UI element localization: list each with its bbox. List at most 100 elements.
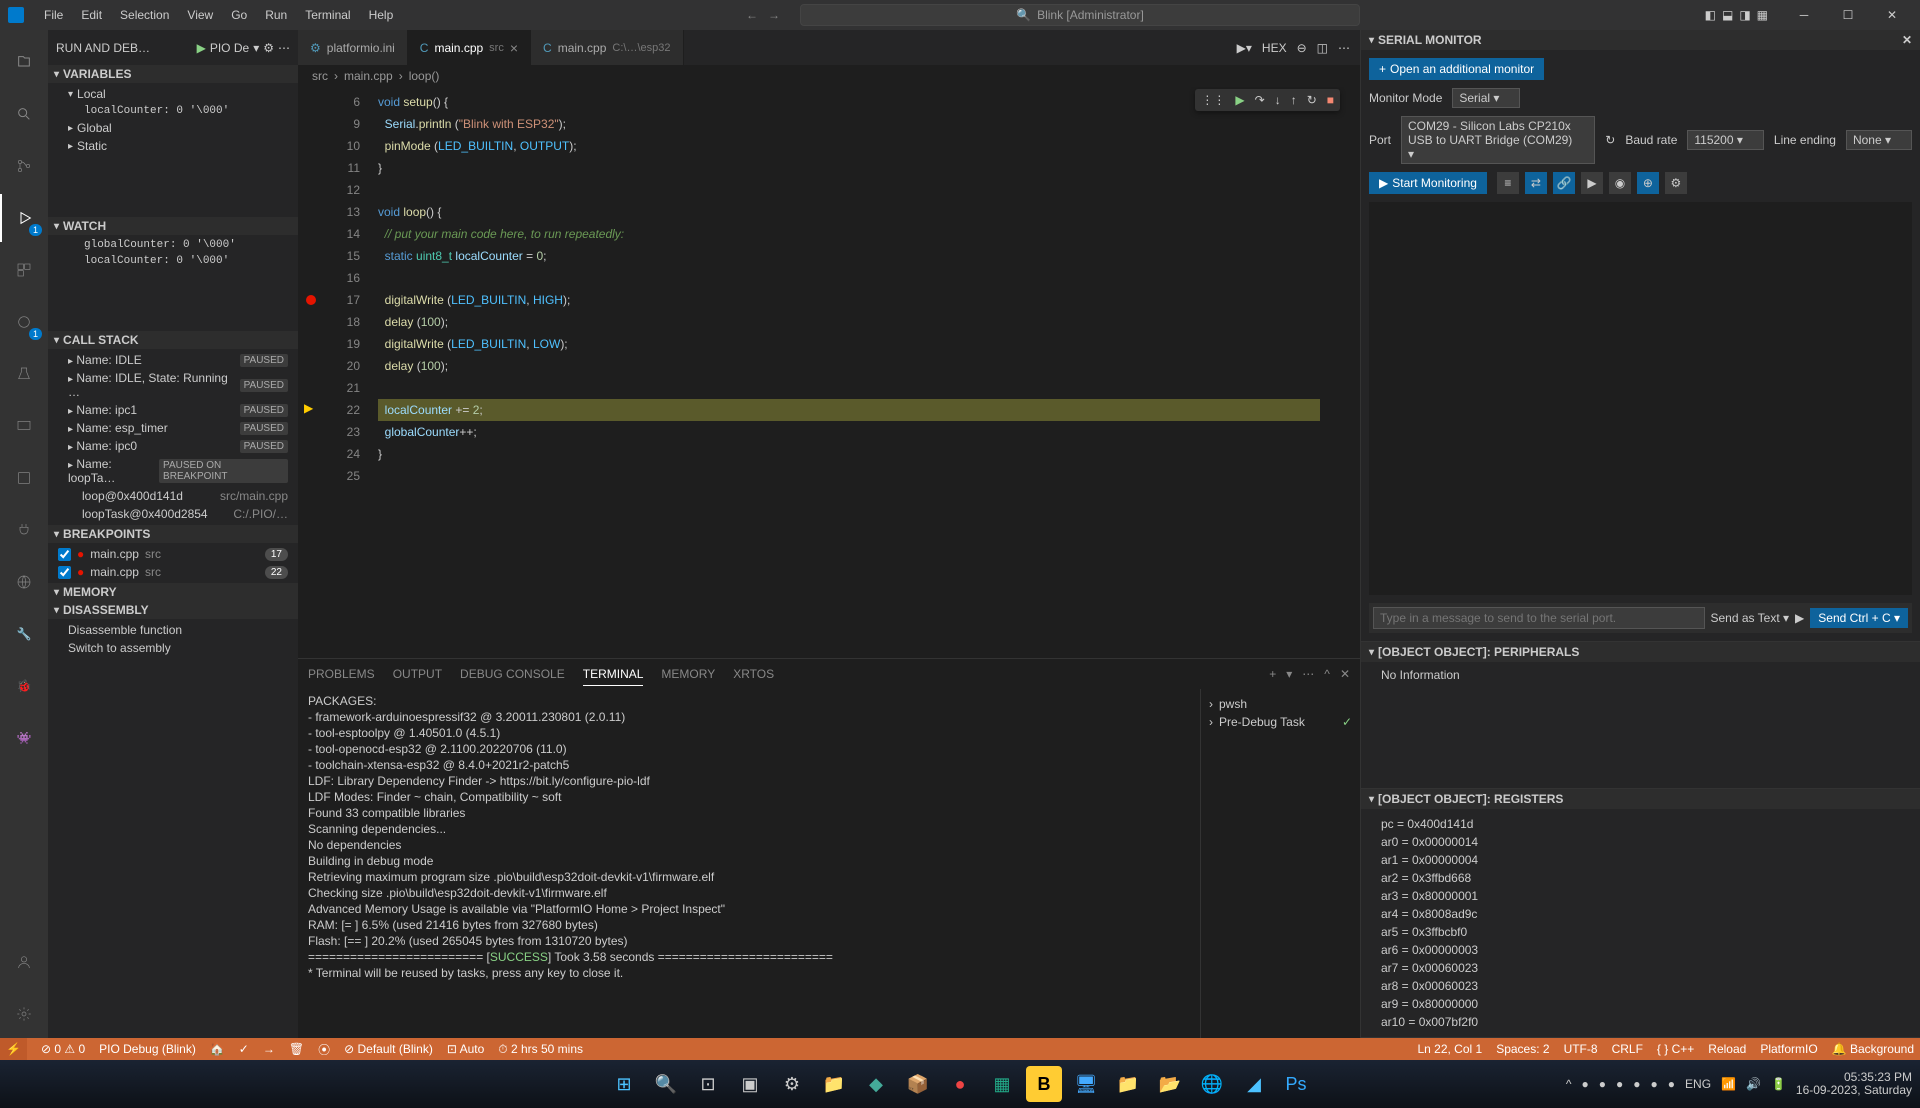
register-item[interactable]: ar10 = 0x007bf2f0 xyxy=(1381,1013,1900,1031)
terminal-dropdown-icon[interactable]: ▾ xyxy=(1286,667,1292,681)
folder-app-icon-2[interactable]: 📂 xyxy=(1152,1066,1188,1102)
tray-icon-1[interactable]: ● xyxy=(1582,1077,1589,1091)
volume-icon[interactable]: 🔊 xyxy=(1746,1077,1761,1091)
run-play-icon[interactable]: ▶▾ xyxy=(1237,41,1252,55)
statusbar-item[interactable]: UTF-8 xyxy=(1564,1042,1598,1056)
start-monitoring-button[interactable]: ▶ Start Monitoring xyxy=(1369,172,1487,194)
bp-checkbox[interactable] xyxy=(58,548,71,561)
more-icon[interactable]: ⋯ xyxy=(278,41,290,55)
port-select[interactable]: COM29 - Silicon Labs CP210x USB to UART … xyxy=(1401,116,1595,164)
test-icon[interactable] xyxy=(0,350,48,398)
toggle-icon[interactable]: ⊖ xyxy=(1297,41,1307,55)
variables-header[interactable]: ▾VARIABLES xyxy=(48,65,298,83)
statusbar-item[interactable]: PIO Debug (Blink) xyxy=(99,1041,196,1058)
disasm-item[interactable]: Disassemble function xyxy=(48,621,298,639)
statusbar-item[interactable]: ⊡ Auto xyxy=(447,1041,484,1058)
task-view-icon[interactable]: ⊡ xyxy=(690,1066,726,1102)
line-end-select[interactable]: None ▾ xyxy=(1846,130,1912,150)
menu-go[interactable]: Go xyxy=(223,4,255,26)
panel-tab-xrtos[interactable]: XRTOS xyxy=(733,663,774,685)
folder-app-icon[interactable]: 📁 xyxy=(1110,1066,1146,1102)
serial-output[interactable] xyxy=(1369,202,1912,595)
layout-bottom-icon[interactable]: ⬓ xyxy=(1722,8,1733,22)
vscode-taskbar-icon[interactable]: ◢ xyxy=(1236,1066,1272,1102)
bp-checkbox[interactable] xyxy=(58,566,71,579)
callstack-item[interactable]: ▸ Name: ipc0PAUSED xyxy=(48,437,298,455)
continue-button[interactable]: ▶ xyxy=(1235,93,1244,107)
search-taskbar-icon[interactable]: 🔍 xyxy=(648,1066,684,1102)
new-terminal-icon[interactable]: + xyxy=(1269,667,1276,681)
serial-monitor-icon[interactable] xyxy=(0,402,48,450)
tray-icon-2[interactable]: ● xyxy=(1599,1077,1606,1091)
platformio-icon[interactable]: 1 xyxy=(0,298,48,346)
statusbar-item[interactable]: Spaces: 2 xyxy=(1496,1042,1549,1056)
nav-back-icon[interactable]: ← xyxy=(746,8,758,22)
serial-opt2-icon[interactable]: ⇄ xyxy=(1525,172,1547,194)
search-icon[interactable] xyxy=(0,90,48,138)
menu-terminal[interactable]: Terminal xyxy=(297,4,358,26)
statusbar-item[interactable]: ⊘ Default (Blink) xyxy=(344,1041,433,1058)
settings-app-icon[interactable]: ⚙ xyxy=(774,1066,810,1102)
photoshop-icon[interactable]: Ps xyxy=(1278,1066,1314,1102)
statusbar-item[interactable]: 🔔 Background xyxy=(1832,1042,1914,1056)
panel-tab-debug-console[interactable]: DEBUG CONSOLE xyxy=(460,663,565,685)
app-icon-6[interactable]: 🖥 xyxy=(1068,1066,1104,1102)
variables-local[interactable]: ▾Local xyxy=(48,85,298,103)
bug-icon[interactable]: 🐞 xyxy=(0,662,48,710)
project-icon[interactable] xyxy=(0,454,48,502)
watch-item[interactable]: localCounter: 0 '\000' xyxy=(48,253,298,269)
wrench-icon[interactable]: 🔧 xyxy=(0,610,48,658)
minimize-button[interactable]: ─ xyxy=(1784,1,1824,29)
plug-icon[interactable] xyxy=(0,506,48,554)
restart-button[interactable]: ↻ xyxy=(1307,93,1317,107)
chevron-down-icon[interactable]: ▾ xyxy=(253,41,259,55)
app-icon-5[interactable]: B xyxy=(1026,1066,1062,1102)
close-serial-icon[interactable]: ✕ xyxy=(1902,33,1912,47)
battery-icon[interactable]: 🔋 xyxy=(1771,1077,1786,1091)
alien-icon[interactable]: 👾 xyxy=(0,714,48,762)
watch-header[interactable]: ▾WATCH xyxy=(48,217,298,235)
callstack-item[interactable]: ▸ Name: loopTa…PAUSED ON BREAKPOINT xyxy=(48,455,298,487)
extensions-icon[interactable] xyxy=(0,246,48,294)
statusbar-item[interactable]: ⦿ xyxy=(318,1041,330,1058)
baud-select[interactable]: 115200 ▾ xyxy=(1687,130,1764,150)
serial-opt5-icon[interactable]: ◉ xyxy=(1609,172,1631,194)
statusbar-item[interactable]: { } C++ xyxy=(1657,1042,1694,1056)
watch-item[interactable]: globalCounter: 0 '\000' xyxy=(48,237,298,253)
step-into-button[interactable]: ↓ xyxy=(1275,93,1281,107)
statusbar-item[interactable]: ⏱ 2 hrs 50 mins xyxy=(498,1041,583,1058)
register-item[interactable]: ar1 = 0x00000004 xyxy=(1381,851,1900,869)
breakpoint-item[interactable]: ●main.cppsrc17 xyxy=(48,545,298,563)
menu-file[interactable]: File xyxy=(36,4,71,26)
serial-opt3-icon[interactable]: 🔗 xyxy=(1553,172,1575,194)
callstack-item[interactable]: ▸ Name: IDLEPAUSED xyxy=(48,351,298,369)
drag-handle-icon[interactable]: ⋮⋮ xyxy=(1201,93,1225,107)
panel-tab-problems[interactable]: PROBLEMS xyxy=(308,663,375,685)
statusbar-item[interactable]: Ln 22, Col 1 xyxy=(1417,1042,1482,1056)
send-ctrlc-button[interactable]: Send Ctrl + C ▾ xyxy=(1810,608,1908,628)
callstack-item[interactable]: ▸ Name: ipc1PAUSED xyxy=(48,401,298,419)
terminal-list-item[interactable]: ›pwsh xyxy=(1207,695,1354,713)
tray-expand-icon[interactable]: ^ xyxy=(1566,1077,1572,1091)
hex-toggle[interactable]: HEX xyxy=(1262,41,1287,55)
wifi-icon[interactable]: 📶 xyxy=(1721,1077,1736,1091)
stack-frame[interactable]: loop@0x400d141dsrc/main.cpp xyxy=(48,487,298,505)
stop-button[interactable]: ■ xyxy=(1327,93,1334,107)
serial-monitor-header[interactable]: ▾SERIAL MONITOR ✕ xyxy=(1361,30,1920,50)
statusbar-item[interactable]: PlatformIO xyxy=(1760,1042,1817,1056)
debug-config-select[interactable]: PIO De xyxy=(210,41,249,55)
register-item[interactable]: ar6 = 0x00000003 xyxy=(1381,941,1900,959)
panel-more-icon[interactable]: ⋯ xyxy=(1302,667,1314,681)
tray-icon-6[interactable]: ● xyxy=(1668,1077,1675,1091)
register-item[interactable]: ar2 = 0x3ffbd668 xyxy=(1381,869,1900,887)
close-panel-icon[interactable]: ✕ xyxy=(1340,667,1350,681)
callstack-header[interactable]: ▾CALL STACK xyxy=(48,331,298,349)
memory-header[interactable]: ▾MEMORY xyxy=(48,583,298,601)
variables-global[interactable]: ▸Global xyxy=(48,119,298,137)
command-center-search[interactable]: 🔍 Blink [Administrator] xyxy=(800,4,1360,26)
register-item[interactable]: ar8 = 0x00060023 xyxy=(1381,977,1900,995)
menu-run[interactable]: Run xyxy=(257,4,295,26)
remote-indicator[interactable]: ⚡ xyxy=(0,1038,27,1060)
breadcrumb-item[interactable]: src xyxy=(312,69,328,83)
minimap[interactable] xyxy=(1320,87,1360,658)
